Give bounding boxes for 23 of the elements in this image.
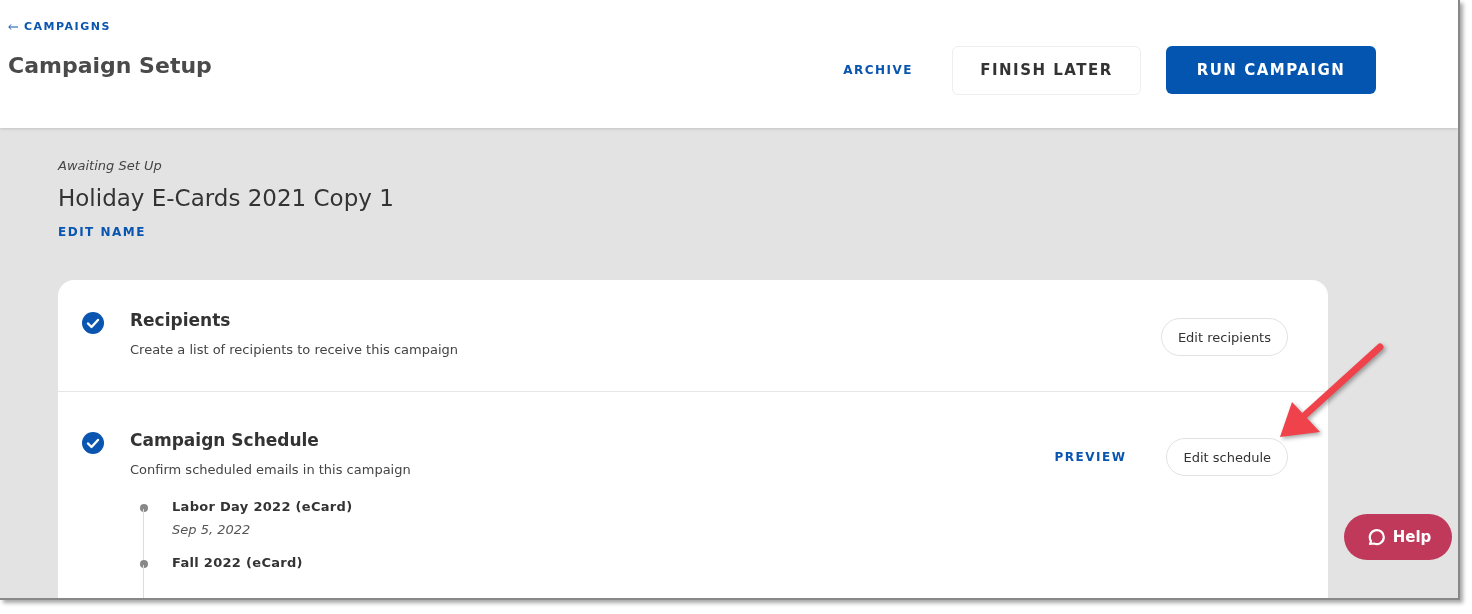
step-title: Recipients: [130, 310, 232, 330]
status-label: Awaiting Set Up: [58, 158, 163, 173]
step-description: Create a list of recipients to receive this campaign: [130, 342, 459, 357]
preview-link[interactable]: PREVIEW: [1054, 450, 1127, 464]
timeline-dot: [140, 560, 148, 568]
edit-name-link[interactable]: EDIT NAME: [58, 225, 146, 239]
campaign-name: Holiday E-Cards 2021 Copy 1: [58, 185, 395, 211]
help-button[interactable]: Help: [1344, 514, 1452, 560]
email-name: Fall 2022 (eCard): [172, 555, 303, 570]
back-link-label: CAMPAIGNS: [24, 20, 111, 33]
run-campaign-button[interactable]: RUN CAMPAIGN: [1166, 46, 1376, 94]
step-title: Campaign Schedule: [130, 430, 320, 450]
page-title: Campaign Setup: [8, 53, 212, 78]
finish-later-button[interactable]: FINISH LATER: [952, 45, 1141, 95]
arrow-left-icon: [8, 23, 18, 30]
email-name: Labor Day 2022 (eCard): [172, 499, 353, 514]
edit-button[interactable]: Edit recipients: [1160, 318, 1288, 356]
edit-button[interactable]: Edit schedule: [1166, 438, 1288, 476]
email-date: Sep 5, 2022: [172, 522, 252, 537]
timeline-dot: [140, 504, 148, 512]
back-link[interactable]: CAMPAIGNS: [8, 20, 212, 33]
step-description: Confirm scheduled emails in this campaign: [130, 462, 412, 477]
archive-link[interactable]: ARCHIVE: [837, 62, 919, 78]
